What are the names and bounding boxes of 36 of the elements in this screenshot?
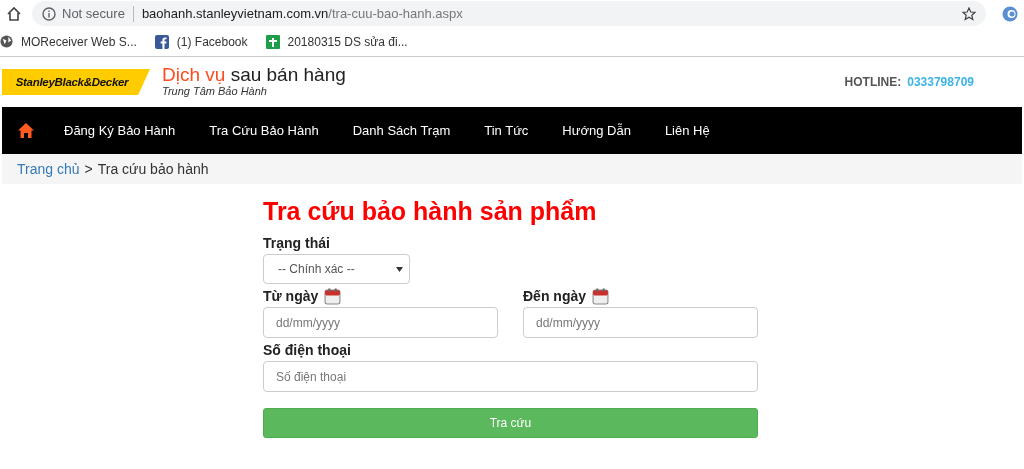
bookmark-link[interactable]: 20180315 DS sửa đi... [287,34,408,49]
nav-link[interactable]: Tin Tức [467,123,546,138]
nav-link[interactable]: Đăng Ký Bảo Hành [47,123,193,138]
star-icon[interactable] [962,6,976,21]
home-icon[interactable] [18,123,34,138]
status-dropdown[interactable]: -- Chính xác -- [263,254,410,284]
nav-link[interactable]: Danh Sách Trạm [335,123,468,138]
address-bar[interactable]: Not secure baohanh.stanleyvietnam.com.vn/tra-cuu-bao-hanh.aspx [32,1,986,26]
field-label: Đến ngày [523,288,586,304]
breadcrumb-link[interactable]: Trang chủ [17,161,80,177]
calendar-icon[interactable] [324,287,342,305]
field-label: Từ ngày [263,288,319,304]
page-title: Tra cứu bảo hành sản phẩm [263,196,598,226]
hotline-label: HOTLINE: [844,75,902,89]
field-label: Trạng thái [263,235,330,251]
site-title: Dịch vụ sau bán hàng [162,65,346,85]
breadcrumb-current: Tra cứu bảo hành [97,161,209,177]
facebook-icon [154,34,169,49]
nav-link[interactable]: Tra Cứu Bảo Hành [192,123,336,138]
bookmark-link[interactable]: MOReceiver Web S... [21,34,137,49]
calendar-icon[interactable] [592,287,609,305]
date-field[interactable]: dd/mm/yyyy [523,307,758,338]
nav-link[interactable]: Hướng Dẫn [545,123,648,138]
date-field[interactable]: dd/mm/yyyy [263,307,498,338]
info-icon[interactable] [42,6,56,21]
phone-field[interactable]: Số điện thoại [263,361,758,392]
nav-link[interactable]: Liên Hệ [647,123,727,138]
brand-logo[interactable]: StanleyBlack&Decker [2,69,150,95]
home-icon[interactable] [6,5,22,22]
url-text: baohanh.stanleyvietnam.com.vn/tra-cuu-bao-hanh.aspx [141,6,464,21]
field-label: Số điện thoại [263,342,351,358]
caret-icon [396,266,403,272]
bookmark-link[interactable]: (1) Facebook [176,34,248,49]
site-subtitle: Trung Tâm Bảo Hành [162,85,268,97]
breadcrumb-separator: > [84,161,93,177]
security-label: Not secure [62,6,125,21]
